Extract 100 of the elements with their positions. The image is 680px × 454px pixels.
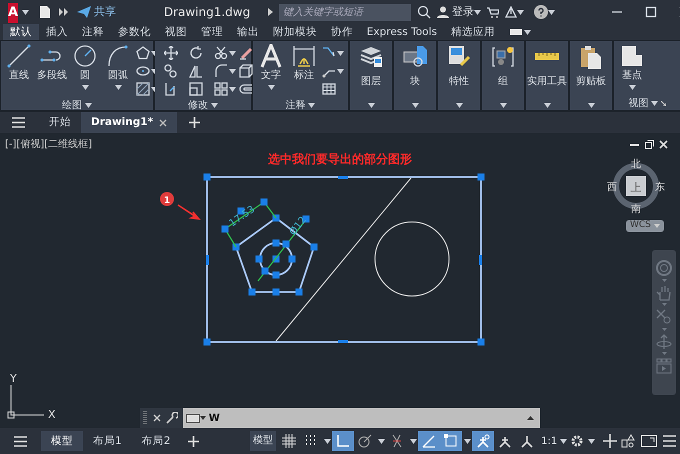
menu-icon[interactable] — [12, 117, 25, 128]
caret-icon[interactable] — [378, 438, 385, 444]
double-arrow-icon[interactable] — [59, 8, 70, 16]
ribbon-tab[interactable]: Express Tools — [360, 24, 444, 40]
eraser-icon[interactable] — [239, 46, 253, 60]
window-icon[interactable] — [510, 29, 522, 35]
ribbon-button[interactable]: 组 — [482, 41, 524, 110]
paper-plane-icon[interactable] — [77, 6, 92, 18]
ribbon-tool[interactable]: 多段线 — [37, 44, 67, 98]
fillet-icon[interactable] — [214, 64, 228, 78]
caret-icon[interactable] — [114, 85, 122, 90]
selected-rectangle[interactable] — [204, 174, 484, 346]
mirror-icon[interactable] — [189, 64, 203, 78]
box-icon[interactable] — [239, 64, 253, 78]
search-icon[interactable] — [417, 5, 432, 19]
caret-icon[interactable] — [200, 416, 206, 420]
caret-icon[interactable] — [548, 10, 555, 14]
caret-icon[interactable] — [268, 85, 274, 90]
viewcube-face[interactable] — [626, 176, 646, 196]
user-icon[interactable] — [437, 6, 450, 18]
caret-icon[interactable] — [229, 50, 236, 56]
app-logo[interactable]: A — [8, 3, 18, 23]
caret-up-icon[interactable] — [527, 416, 534, 420]
close-icon[interactable] — [659, 140, 668, 149]
maximize-icon[interactable] — [644, 6, 657, 18]
layout-tab[interactable]: 布局1 — [83, 431, 132, 451]
ribbon-button[interactable]: 块 — [394, 41, 436, 110]
ribbon-tab[interactable]: 输出 — [230, 24, 266, 40]
grip-icon[interactable] — [143, 411, 147, 425]
ribbon-tool[interactable]: 基点 — [617, 44, 647, 96]
status-toggle[interactable] — [472, 431, 494, 451]
ribbon-tab[interactable]: 参数化 — [110, 24, 158, 40]
ribbon-tab[interactable]: 附加模块 — [266, 24, 324, 40]
selected-dimension-line[interactable] — [222, 198, 277, 248]
ribbon-button[interactable]: 特性 — [438, 41, 480, 110]
gear-icon[interactable] — [570, 434, 584, 448]
caret-icon[interactable] — [308, 102, 316, 108]
caret-icon[interactable] — [544, 103, 550, 108]
ucs-menu[interactable]: WCS — [626, 220, 664, 232]
wrench-icon[interactable] — [166, 412, 178, 424]
ribbon-tab[interactable]: 默认 — [2, 24, 39, 40]
plus-icon[interactable] — [188, 436, 200, 446]
status-toggle[interactable] — [440, 431, 462, 451]
close-icon[interactable] — [153, 414, 161, 422]
rotate-icon[interactable] — [189, 46, 203, 60]
ribbon-tab[interactable]: 协作 — [324, 24, 360, 40]
viewport-label[interactable]: [-][俯视][二维线框] — [5, 137, 92, 152]
scale-menu[interactable]: 1:1 — [541, 434, 567, 448]
model-space-button[interactable]: 模型 — [250, 431, 276, 451]
caret-icon[interactable] — [524, 30, 531, 35]
ribbon-tab[interactable]: 注释 — [74, 24, 111, 40]
scissors-icon[interactable] — [214, 46, 228, 60]
isolate-icon[interactable] — [621, 434, 635, 448]
menu-icon[interactable] — [14, 436, 27, 446]
ribbon-tab[interactable]: 插入 — [38, 24, 75, 40]
copy-icon[interactable] — [164, 64, 178, 78]
login-button[interactable]: 登录 — [452, 4, 474, 20]
caret-icon[interactable] — [410, 438, 417, 444]
caret-icon[interactable] — [588, 103, 594, 108]
caret-icon[interactable] — [324, 438, 331, 444]
close-icon[interactable] — [158, 118, 167, 126]
file-tab[interactable]: Drawing1* — [81, 112, 177, 133]
search-field[interactable]: 键入关键字或短语 — [279, 4, 412, 20]
restore-icon[interactable] — [644, 140, 654, 149]
caret-icon[interactable] — [588, 438, 595, 444]
caret-icon[interactable] — [210, 102, 218, 108]
caret-icon[interactable] — [500, 103, 506, 108]
caret-icon[interactable] — [337, 68, 344, 74]
file-icon[interactable] — [39, 5, 52, 19]
triangle-nodes-icon[interactable] — [504, 6, 517, 18]
caret-icon[interactable] — [22, 10, 30, 14]
ribbon-tab[interactable]: 管理 — [194, 24, 230, 40]
hatch-icon[interactable] — [136, 82, 150, 96]
caret-icon[interactable] — [516, 10, 524, 14]
fullscreen-icon[interactable] — [641, 435, 657, 447]
file-tab[interactable]: 开始 — [39, 112, 81, 133]
layout-tab[interactable]: 布局2 — [132, 431, 180, 451]
caret-icon[interactable] — [337, 50, 344, 56]
arrow-right-icon[interactable] — [268, 8, 274, 16]
caret-icon[interactable] — [229, 86, 236, 92]
status-toggle[interactable] — [332, 431, 354, 451]
caret-icon[interactable] — [368, 103, 374, 108]
array-icon[interactable] — [214, 82, 228, 96]
ribbon-tab[interactable]: 精选应用 — [444, 24, 502, 40]
caret-icon[interactable] — [229, 68, 236, 74]
layout-tab[interactable]: 模型 — [41, 431, 83, 451]
ribbon-tool[interactable]: 标注 — [289, 44, 319, 98]
status-toggle[interactable] — [418, 431, 440, 451]
expand-icon[interactable] — [660, 100, 666, 106]
plus-icon[interactable] — [188, 117, 200, 128]
pentagon-icon[interactable] — [136, 46, 150, 60]
ribbon-tool[interactable]: 圆弧 — [103, 44, 133, 98]
selected-dimension-line[interactable] — [258, 216, 310, 282]
caret-icon[interactable] — [82, 85, 88, 90]
help-icon[interactable] — [534, 5, 548, 19]
command-input[interactable]: W — [183, 408, 540, 428]
caret-icon[interactable] — [464, 438, 471, 444]
ribbon-button[interactable]: 剪贴板 — [570, 41, 612, 110]
caret-icon[interactable] — [628, 85, 636, 90]
plus-icon[interactable] — [603, 434, 617, 448]
